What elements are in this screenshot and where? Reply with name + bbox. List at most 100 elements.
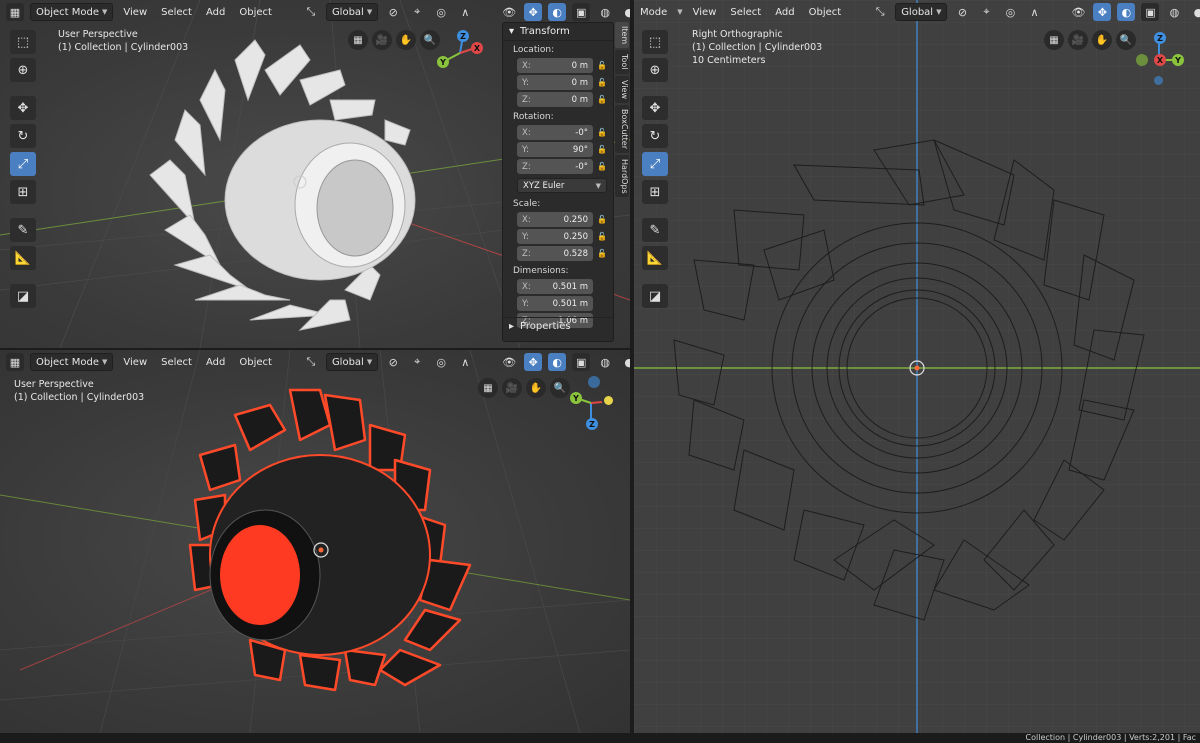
orientation-dropdown[interactable]: Global ▼ — [325, 353, 379, 371]
dimensions-y-field[interactable]: Y: 0.501 m — [517, 296, 593, 311]
gizmo-toggle-icon[interactable]: ✥ — [1093, 3, 1112, 21]
orientation-dropdown[interactable]: Global ▼ — [325, 3, 379, 21]
transform-icon[interactable]: ⊞ — [10, 180, 36, 204]
properties-panel-header[interactable]: ▸ Properties — [503, 317, 613, 335]
menu-view[interactable]: View — [689, 7, 721, 18]
move-icon[interactable]: ✥ — [10, 96, 36, 120]
lock-icon[interactable]: 🔓 — [597, 215, 607, 224]
scale-z-field[interactable]: Z: 0.528 — [517, 246, 593, 261]
xray-icon[interactable]: ▣ — [572, 3, 591, 21]
cursor-icon[interactable]: ⊕ — [10, 58, 36, 82]
gizmo-z[interactable]: Z — [457, 30, 469, 42]
menu-add[interactable]: Add — [202, 7, 229, 18]
viewport-top-left[interactable]: ▦ Object Mode ▼ View Select Add Object ⤡ … — [0, 0, 630, 348]
viewport-bottom-left[interactable]: ▦ Object Mode ▼ View Select Add Object ⤡ … — [0, 350, 630, 733]
scale-x-field[interactable]: X: 0.250 — [517, 212, 593, 227]
gizmo-y[interactable]: Y — [437, 56, 449, 68]
dimensions-x-field[interactable]: X: 0.501 m — [517, 279, 593, 294]
menu-select[interactable]: Select — [157, 7, 196, 18]
xray-icon[interactable]: ▣ — [572, 353, 591, 371]
proportional-edit-icon[interactable]: ◎ — [432, 353, 450, 371]
menu-view[interactable]: View — [119, 357, 151, 368]
lock-icon[interactable]: 🔓 — [597, 95, 607, 104]
gizmo-neg-z[interactable] — [588, 376, 600, 388]
pan-hand-icon[interactable]: ✋ — [1092, 30, 1112, 50]
gizmo-neg-y[interactable] — [1136, 54, 1148, 66]
tab-boxcutter[interactable]: BoxCutter — [615, 104, 629, 153]
location-z-field[interactable]: Z: 0 m — [517, 92, 593, 107]
visibility-icon[interactable]: 👁 — [500, 353, 518, 371]
gizmo-x[interactable]: X — [471, 42, 483, 54]
navigation-gizmo[interactable]: Y Z — [566, 376, 616, 430]
tab-item[interactable]: Item — [615, 22, 629, 49]
camera-icon[interactable]: ▦ — [1044, 30, 1064, 50]
add-cube-icon[interactable]: ◪ — [10, 284, 36, 308]
rotation-mode-dropdown[interactable]: XYZ Euler ▼ — [517, 178, 607, 193]
editor-type-icon[interactable]: ▦ — [6, 353, 24, 371]
lock-icon[interactable]: 🔓 — [597, 249, 607, 258]
scale-y-field[interactable]: Y: 0.250 — [517, 229, 593, 244]
camera-view-icon[interactable]: 🎥 — [372, 30, 392, 50]
shading-wireframe-icon[interactable]: ◍ — [1165, 3, 1183, 21]
menu-object[interactable]: Object — [235, 7, 276, 18]
mode-label[interactable]: Mode — [636, 7, 671, 18]
move-icon[interactable]: ✥ — [642, 96, 668, 120]
proportional-edit-icon[interactable]: ◎ — [432, 3, 450, 21]
gizmo-z[interactable]: Z — [586, 418, 598, 430]
transform-panel-header[interactable]: ▾ Transform — [503, 23, 613, 41]
shading-wireframe-icon[interactable]: ◍ — [596, 353, 614, 371]
shading-solid-icon[interactable]: ● — [620, 353, 630, 371]
gizmo-x[interactable]: X — [1154, 54, 1166, 66]
annotate-icon[interactable]: ✎ — [10, 218, 36, 242]
pivot-icon[interactable]: ⊘ — [384, 353, 402, 371]
measure-icon[interactable]: 📐 — [10, 246, 36, 270]
lock-icon[interactable]: 🔓 — [597, 232, 607, 241]
snap-icon[interactable]: ⌖ — [408, 3, 426, 21]
overlays-toggle-icon[interactable]: ◐ — [1117, 3, 1136, 21]
rotation-y-field[interactable]: Y: 90° — [517, 142, 593, 157]
rotate-icon[interactable]: ↻ — [10, 124, 36, 148]
rotate-icon[interactable]: ↻ — [642, 124, 668, 148]
mode-dropdown[interactable]: Object Mode ▼ — [30, 3, 114, 21]
location-x-field[interactable]: X: 0 m — [517, 58, 593, 73]
menu-view[interactable]: View — [119, 7, 151, 18]
transform-icon[interactable]: ⊞ — [642, 180, 668, 204]
gizmo-x[interactable] — [604, 396, 613, 405]
rotation-z-field[interactable]: Z: -0° — [517, 159, 593, 174]
shading-solid-icon[interactable]: ● — [1189, 3, 1200, 21]
falloff-icon[interactable]: ∧ — [1025, 3, 1043, 21]
tab-view[interactable]: View — [615, 75, 629, 103]
navigation-gizmo[interactable]: Z Y X — [435, 28, 485, 78]
falloff-icon[interactable]: ∧ — [456, 3, 474, 21]
editor-type-icon[interactable]: ▦ — [6, 3, 24, 21]
scale-icon[interactable]: ⤢ — [642, 152, 668, 176]
gizmo-toggle-icon[interactable]: ✥ — [524, 353, 543, 371]
lock-icon[interactable]: 🔓 — [597, 61, 607, 70]
measure-icon[interactable]: 📐 — [642, 246, 668, 270]
zoom-icon[interactable]: 🔍 — [1116, 30, 1136, 50]
shading-wireframe-icon[interactable]: ◍ — [596, 3, 614, 21]
overlays-toggle-icon[interactable]: ◐ — [548, 3, 567, 21]
xray-icon[interactable]: ▣ — [1141, 3, 1160, 21]
gizmo-z[interactable]: Z — [1154, 32, 1166, 44]
camera-view-icon[interactable]: 🎥 — [502, 378, 522, 398]
menu-object[interactable]: Object — [805, 7, 846, 18]
camera-icon[interactable]: ▦ — [478, 378, 498, 398]
orientation-dropdown[interactable]: Global ▼ — [895, 3, 948, 21]
tab-tool[interactable]: Tool — [615, 50, 629, 74]
overlays-toggle-icon[interactable]: ◐ — [548, 353, 567, 371]
scale-icon[interactable]: ⤢ — [10, 152, 36, 176]
gizmo-y[interactable]: Y — [570, 392, 582, 404]
menu-object[interactable]: Object — [235, 357, 276, 368]
mode-dropdown[interactable]: Object Mode ▼ — [30, 353, 114, 371]
gizmo-neg-z[interactable] — [1154, 76, 1163, 85]
add-cube-icon[interactable]: ◪ — [642, 284, 668, 308]
proportional-edit-icon[interactable]: ◎ — [1001, 3, 1019, 21]
select-box-icon[interactable]: ⬚ — [642, 30, 668, 54]
select-box-icon[interactable]: ⬚ — [10, 30, 36, 54]
pivot-icon[interactable]: ⊘ — [384, 3, 402, 21]
lock-icon[interactable]: 🔓 — [597, 162, 607, 171]
snap-icon[interactable]: ⌖ — [977, 3, 995, 21]
snap-icon[interactable]: ⌖ — [408, 353, 426, 371]
viewport-right-orthographic[interactable]: Mode ▼ View Select Add Object ⤡ Global ▼ … — [634, 0, 1200, 733]
